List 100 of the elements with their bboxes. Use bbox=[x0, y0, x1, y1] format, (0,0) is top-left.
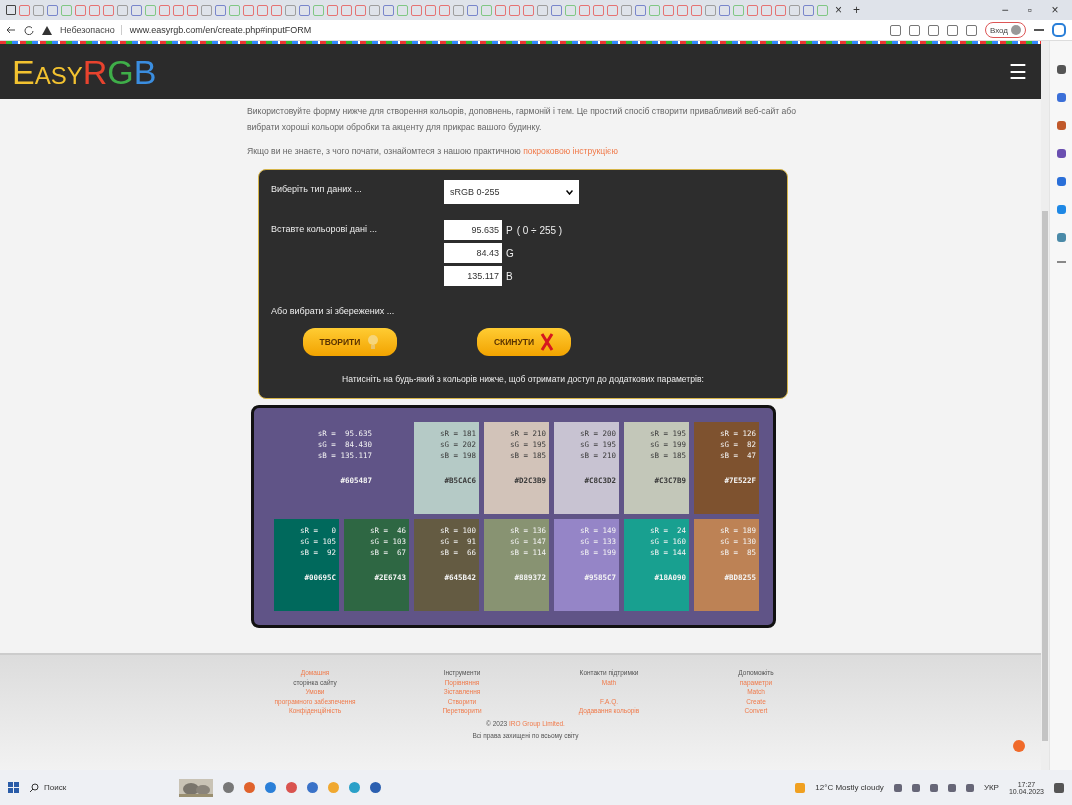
language-indicator[interactable]: УКР bbox=[983, 783, 999, 792]
tab-icon[interactable] bbox=[61, 4, 72, 16]
sidebar-icon[interactable] bbox=[1056, 233, 1066, 242]
tab-icon[interactable] bbox=[229, 4, 240, 16]
tab-icon[interactable] bbox=[243, 4, 254, 16]
tab-icon[interactable] bbox=[131, 4, 142, 16]
tab-icon[interactable] bbox=[789, 4, 800, 16]
tab-icon[interactable] bbox=[677, 4, 688, 16]
color-value-input[interactable]: 95.635 bbox=[444, 220, 502, 240]
sidebar-icon[interactable] bbox=[1056, 177, 1066, 186]
taskbar-icon[interactable] bbox=[244, 782, 255, 793]
tab-icon[interactable] bbox=[299, 4, 310, 16]
tab-icon[interactable] bbox=[369, 4, 380, 16]
tab-icon[interactable] bbox=[761, 4, 772, 16]
tab-icon[interactable] bbox=[425, 4, 436, 16]
tab-icon[interactable] bbox=[75, 4, 86, 16]
taskbar-icon[interactable] bbox=[265, 782, 276, 793]
back-icon[interactable] bbox=[6, 25, 16, 35]
tab-icon[interactable] bbox=[663, 4, 674, 16]
tab-icon[interactable] bbox=[509, 4, 520, 16]
tab-icon[interactable] bbox=[523, 4, 534, 16]
taskbar-icon[interactable] bbox=[286, 782, 297, 793]
menu-icon[interactable]: ☰ bbox=[1009, 59, 1027, 84]
taskbar-icon[interactable] bbox=[307, 782, 318, 793]
restore-button[interactable]: ▫ bbox=[1019, 3, 1041, 17]
create-button[interactable]: ТВОРИТИ bbox=[303, 328, 397, 356]
reset-button[interactable]: СКИНУТИ bbox=[477, 328, 571, 356]
tab-icon[interactable] bbox=[411, 4, 422, 16]
tab-icon[interactable] bbox=[453, 4, 464, 16]
tab-icon[interactable] bbox=[733, 4, 744, 16]
site-logo[interactable]: EasyRGB bbox=[12, 54, 157, 89]
close-button[interactable]: × bbox=[1044, 3, 1066, 17]
tab-icon[interactable] bbox=[607, 4, 618, 16]
weather-icon[interactable] bbox=[795, 782, 806, 793]
sidebar-icon[interactable] bbox=[1056, 121, 1066, 130]
new-tab-button[interactable]: + bbox=[849, 3, 865, 17]
tab-icon[interactable] bbox=[201, 4, 212, 16]
taskbar-icon[interactable] bbox=[223, 782, 234, 793]
close-tab-button[interactable]: × bbox=[831, 3, 846, 17]
url-field[interactable]: www.easyrgb.com/en/create.php#inputFORM bbox=[129, 25, 312, 35]
tab-icon[interactable] bbox=[817, 4, 828, 16]
reload-icon[interactable] bbox=[24, 25, 34, 35]
sidebar-icon[interactable] bbox=[1056, 205, 1066, 214]
weather-text[interactable]: 12°C Mostly cloudy bbox=[815, 783, 884, 792]
taskbar-icon[interactable] bbox=[349, 782, 360, 793]
tab-icon[interactable] bbox=[719, 4, 730, 16]
sidebar-icon[interactable] bbox=[1056, 93, 1066, 102]
tab-icon[interactable] bbox=[803, 4, 814, 16]
tab-icon[interactable] bbox=[285, 4, 296, 16]
notification-icon[interactable] bbox=[1054, 782, 1064, 793]
tab-icon[interactable] bbox=[103, 4, 114, 16]
start-icon[interactable] bbox=[8, 782, 19, 793]
bing-icon[interactable] bbox=[1052, 23, 1066, 37]
tab-icon[interactable] bbox=[383, 4, 394, 16]
tab-icon[interactable] bbox=[495, 4, 506, 16]
toolbar-icon[interactable] bbox=[965, 24, 977, 36]
color-value-input[interactable]: 135.117 bbox=[444, 266, 502, 286]
security-label[interactable]: Небезопасно bbox=[60, 25, 122, 35]
minimize-button[interactable]: − bbox=[994, 3, 1016, 17]
toolbar-icon[interactable] bbox=[946, 24, 958, 36]
tab-icon[interactable] bbox=[355, 4, 366, 16]
tab-icon[interactable] bbox=[747, 4, 758, 16]
toolbar-icon[interactable] bbox=[908, 24, 920, 36]
tab-icon[interactable] bbox=[187, 4, 198, 16]
window-menu-icon[interactable] bbox=[6, 5, 16, 15]
tab-icon[interactable] bbox=[705, 4, 716, 16]
tab-icon[interactable] bbox=[313, 4, 324, 16]
tab-icon[interactable] bbox=[145, 4, 156, 16]
toolbar-icon[interactable] bbox=[927, 24, 939, 36]
toolbar-icon[interactable] bbox=[889, 24, 901, 36]
tab-icon[interactable] bbox=[593, 4, 604, 16]
tab-icon[interactable] bbox=[467, 4, 478, 16]
tab-icon[interactable] bbox=[117, 4, 128, 16]
sidebar-icon[interactable] bbox=[1056, 149, 1066, 158]
tab-icon[interactable] bbox=[33, 4, 44, 16]
tab-icon[interactable] bbox=[551, 4, 562, 16]
tab-icon[interactable] bbox=[327, 4, 338, 16]
tab-icon[interactable] bbox=[439, 4, 450, 16]
tab-icon[interactable] bbox=[481, 4, 492, 16]
tab-icon[interactable] bbox=[565, 4, 576, 16]
tab-icon[interactable] bbox=[635, 4, 646, 16]
tab-icon[interactable] bbox=[397, 4, 408, 16]
scroll-top-button[interactable] bbox=[1013, 740, 1025, 752]
tab-icon[interactable] bbox=[173, 4, 184, 16]
tab-icon[interactable] bbox=[579, 4, 590, 16]
taskbar-icon[interactable] bbox=[370, 782, 381, 793]
tab-icon[interactable] bbox=[89, 4, 100, 16]
tab-icon[interactable] bbox=[215, 4, 226, 16]
tab-icon[interactable] bbox=[621, 4, 632, 16]
tab-icon[interactable] bbox=[271, 4, 282, 16]
tab-icon[interactable] bbox=[257, 4, 268, 16]
tab-icon[interactable] bbox=[159, 4, 170, 16]
data-type-select[interactable]: sRGB 0-255 bbox=[444, 180, 579, 204]
search-field[interactable]: Поиск bbox=[29, 782, 139, 793]
tab-icon[interactable] bbox=[47, 4, 58, 16]
color-value-input[interactable]: 84.43 bbox=[444, 243, 502, 263]
tab-icon[interactable] bbox=[537, 4, 548, 16]
scrollbar[interactable] bbox=[1041, 41, 1049, 770]
sidebar-icon[interactable] bbox=[1056, 65, 1066, 74]
tab-icon[interactable] bbox=[691, 4, 702, 16]
